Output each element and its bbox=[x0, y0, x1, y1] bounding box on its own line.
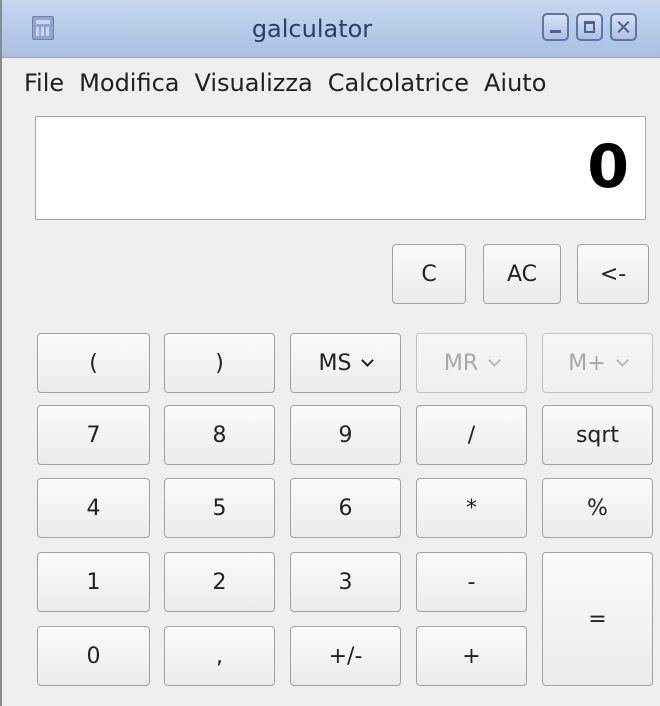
digit-4-button[interactable]: 4 bbox=[37, 478, 150, 538]
menu-aiuto[interactable]: Aiuto bbox=[484, 63, 546, 103]
backspace-button[interactable]: <- bbox=[577, 244, 649, 304]
minimize-icon[interactable] bbox=[542, 13, 569, 41]
menu-file[interactable]: File bbox=[24, 63, 64, 103]
calculator-window: galculator File Modifica Visualizza Calc… bbox=[0, 0, 660, 706]
menu-modifica[interactable]: Modifica bbox=[79, 63, 179, 103]
close-icon[interactable] bbox=[610, 13, 637, 41]
memory-add-label: M+ bbox=[568, 350, 606, 376]
title-bar[interactable]: galculator bbox=[2, 0, 660, 58]
menu-calcolatrice[interactable]: Calcolatrice bbox=[328, 63, 469, 103]
digit-7-button[interactable]: 7 bbox=[37, 405, 150, 465]
sign-toggle-button[interactable]: +/- bbox=[290, 626, 401, 686]
paren-open-button[interactable]: ( bbox=[37, 333, 150, 393]
memory-store-button[interactable]: MS bbox=[290, 333, 401, 393]
memory-add-button: M+ bbox=[542, 333, 653, 393]
maximize-icon[interactable] bbox=[576, 13, 603, 41]
digit-6-button[interactable]: 6 bbox=[290, 478, 401, 538]
all-clear-button[interactable]: AC bbox=[483, 244, 561, 304]
chevron-down-icon bbox=[361, 354, 375, 367]
percent-button[interactable]: % bbox=[542, 478, 653, 538]
digit-5-button[interactable]: 5 bbox=[164, 478, 275, 538]
digit-1-button[interactable]: 1 bbox=[37, 552, 150, 612]
paren-close-button[interactable]: ) bbox=[164, 333, 275, 393]
digit-3-button[interactable]: 3 bbox=[290, 552, 401, 612]
display-value: 0 bbox=[587, 132, 629, 202]
memory-store-label: MS bbox=[318, 350, 352, 376]
window-title: galculator bbox=[251, 15, 373, 43]
divide-button[interactable]: / bbox=[416, 405, 527, 465]
memory-recall-label: MR bbox=[443, 350, 479, 376]
plus-button[interactable]: + bbox=[416, 626, 527, 686]
decimal-button[interactable]: , bbox=[164, 626, 275, 686]
digit-0-button[interactable]: 0 bbox=[37, 626, 150, 686]
digit-2-button[interactable]: 2 bbox=[164, 552, 275, 612]
sqrt-button[interactable]: sqrt bbox=[542, 405, 653, 465]
menu-bar: File Modifica Visualizza Calcolatrice Ai… bbox=[24, 63, 546, 103]
minus-button[interactable]: - bbox=[416, 552, 527, 612]
memory-recall-button: MR bbox=[416, 333, 527, 393]
chevron-down-icon bbox=[488, 354, 502, 367]
multiply-button[interactable]: * bbox=[416, 478, 527, 538]
digit-8-button[interactable]: 8 bbox=[164, 405, 275, 465]
menu-visualizza[interactable]: Visualizza bbox=[194, 63, 312, 103]
clear-button[interactable]: C bbox=[392, 244, 466, 304]
equals-button[interactable]: = bbox=[542, 552, 653, 686]
result-display: 0 bbox=[35, 116, 646, 220]
digit-9-button[interactable]: 9 bbox=[290, 405, 401, 465]
chevron-down-icon bbox=[615, 354, 629, 367]
